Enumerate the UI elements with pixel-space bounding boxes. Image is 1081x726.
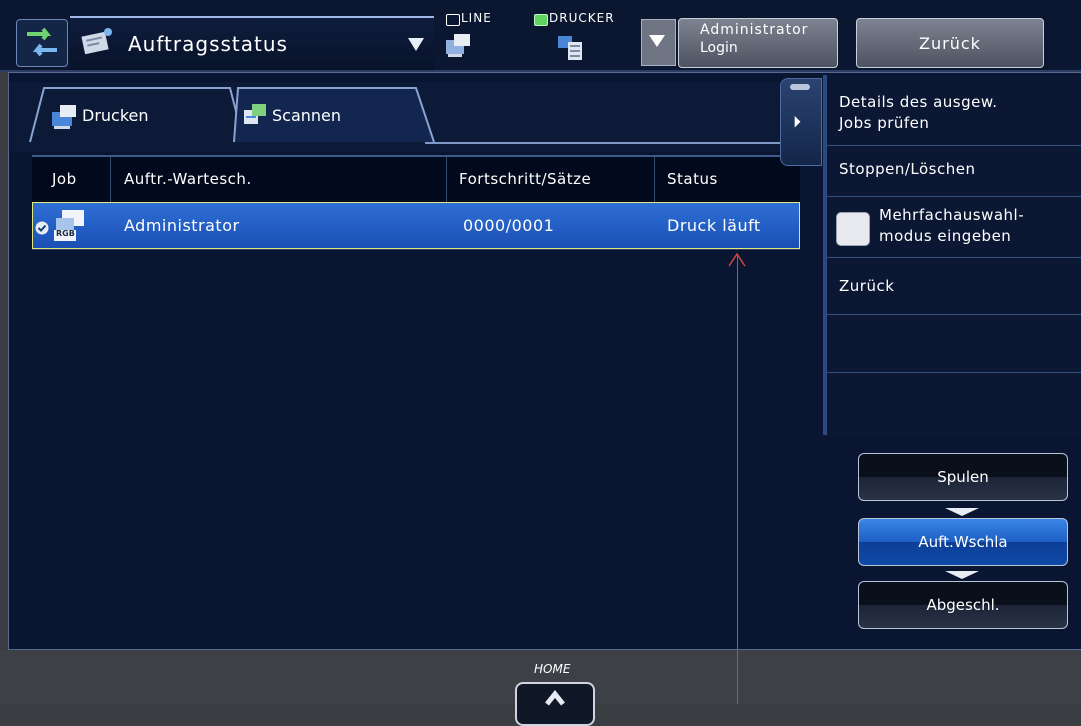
tab-print-label: Drucken bbox=[82, 106, 149, 125]
line-status-label: LINE bbox=[461, 11, 492, 25]
job-status-icon bbox=[80, 26, 116, 56]
line-device-icon bbox=[444, 30, 474, 57]
chevron-down-icon bbox=[649, 35, 665, 47]
job-type-icon bbox=[52, 208, 92, 244]
column-header-status[interactable]: Status bbox=[667, 170, 718, 188]
line-status-indicator bbox=[446, 14, 460, 26]
side-item-label: Mehrfachauswahl- bbox=[879, 206, 1025, 224]
side-item-label: Zurück bbox=[839, 277, 895, 295]
tab-print[interactable]: Drucken bbox=[22, 84, 246, 144]
arrow-down-icon bbox=[945, 571, 979, 579]
side-item-empty bbox=[827, 315, 1081, 373]
scanner-icon bbox=[242, 102, 268, 128]
side-item-sublabel: modus eingeben bbox=[879, 227, 1012, 245]
check-icon bbox=[35, 220, 49, 235]
column-header-queue[interactable]: Auftr.-Wartesch. bbox=[124, 170, 252, 188]
table-divider bbox=[32, 249, 800, 250]
side-item-check-details[interactable]: Details des ausgew. Jobs prüfen bbox=[827, 75, 1081, 146]
printer-device-icon bbox=[556, 32, 586, 60]
home-icon bbox=[545, 689, 565, 706]
back-button[interactable]: Zurück bbox=[856, 18, 1044, 68]
side-item-stop-delete[interactable]: Stoppen/Löschen bbox=[827, 146, 1081, 197]
job-queue-button[interactable]: Auft.Wschla bbox=[858, 518, 1068, 566]
side-item-label: Stoppen/Löschen bbox=[839, 160, 976, 178]
multiselect-checkbox[interactable] bbox=[836, 212, 870, 246]
printer-status-indicator bbox=[534, 14, 548, 26]
column-header-progress[interactable]: Fortschritt/Sätze bbox=[459, 170, 591, 188]
row-status: Druck läuft bbox=[667, 216, 761, 235]
tab-scan[interactable]: Scannen bbox=[228, 84, 438, 144]
completed-queue-button[interactable]: Abgeschl. bbox=[858, 581, 1068, 629]
mode-switch-icon[interactable] bbox=[16, 19, 68, 67]
side-item-back[interactable]: Zurück bbox=[827, 258, 1081, 315]
home-label: HOME bbox=[534, 662, 571, 676]
annotation-arrow-icon bbox=[727, 252, 747, 268]
mode-title: Auftragsstatus bbox=[128, 32, 288, 56]
row-progress: 0000/0001 bbox=[463, 216, 555, 235]
tab-scan-label: Scannen bbox=[272, 106, 342, 125]
printer-icon bbox=[50, 102, 80, 130]
admin-login-sublabel: Login bbox=[700, 40, 738, 56]
spool-queue-button[interactable]: Spulen bbox=[858, 453, 1068, 501]
play-icon: ⏵ bbox=[793, 112, 802, 131]
printer-status-label: DRUCKER bbox=[549, 11, 615, 25]
column-header-job[interactable]: Job bbox=[52, 170, 77, 188]
tab-underline bbox=[425, 142, 785, 144]
side-item-empty bbox=[827, 373, 1081, 433]
row-queue-name: Administrator bbox=[124, 216, 240, 235]
admin-login-label: Administrator bbox=[700, 22, 809, 38]
panel-handle bbox=[790, 84, 810, 90]
job-badge: RGB bbox=[56, 229, 75, 238]
home-button[interactable] bbox=[515, 682, 595, 726]
side-item-sublabel: Jobs prüfen bbox=[839, 114, 930, 132]
annotation-line bbox=[737, 254, 738, 704]
chevron-down-icon[interactable] bbox=[408, 38, 424, 51]
arrow-down-icon bbox=[945, 508, 979, 516]
side-item-label: Details des ausgew. bbox=[839, 93, 998, 111]
